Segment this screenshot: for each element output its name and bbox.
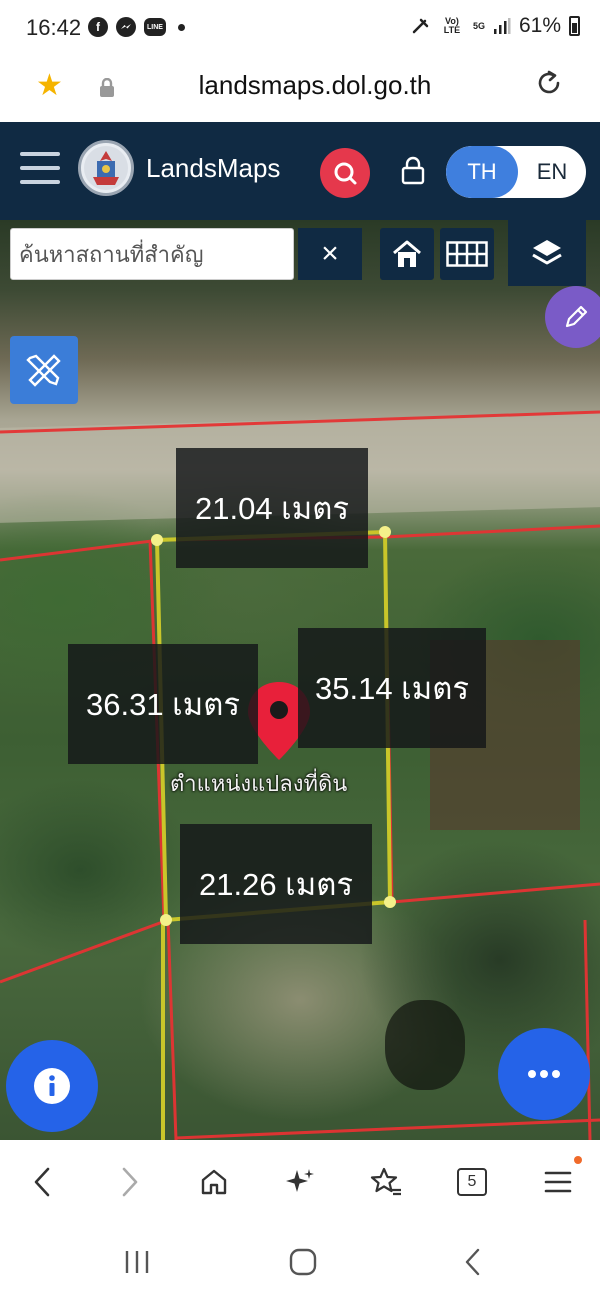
browser-url-bar: ★ landsmaps.dol.go.th — [0, 56, 600, 122]
network-5g-indicator: 5G — [472, 20, 485, 31]
info-icon — [34, 1068, 70, 1104]
home-square-icon — [289, 1248, 317, 1276]
status-time: 16:42 — [26, 15, 82, 40]
search-icon — [334, 162, 357, 185]
system-navigation-bar — [0, 1224, 600, 1300]
menu-icon[interactable] — [20, 152, 60, 184]
boundary-line — [0, 410, 600, 434]
home-icon — [393, 240, 421, 267]
lang-en-button[interactable]: EN — [518, 146, 586, 198]
parcel-vertex — [160, 914, 172, 926]
home-page-button[interactable] — [194, 1162, 234, 1202]
status-right: Vo) LTE 5G 61% — [411, 14, 580, 38]
boundary-line — [175, 1118, 600, 1140]
measurement-bottom: 21.26 เมตร — [180, 824, 372, 944]
app-header: LandsMaps TH EN — [0, 122, 600, 220]
battery-icon — [569, 16, 580, 36]
menu-lines-icon — [544, 1171, 572, 1193]
bookmarks-button[interactable] — [366, 1162, 406, 1202]
star-list-icon — [370, 1167, 401, 1196]
boundary-line — [166, 919, 178, 1140]
search-button[interactable] — [320, 148, 370, 198]
parcel-vertex — [384, 896, 396, 908]
parcel-vertex — [151, 534, 163, 546]
more-icon — [528, 1070, 560, 1078]
lang-th-button[interactable]: TH — [446, 146, 518, 198]
volte-indicator: Vo) LTE — [443, 16, 461, 35]
line-icon: LINE — [144, 18, 166, 36]
recent-apps-icon — [125, 1251, 149, 1273]
landmark-search-input[interactable]: ค้นหาสถานที่สำคัญ — [10, 228, 294, 280]
measurement-right: 35.14 เมตร — [298, 628, 486, 748]
reload-icon[interactable] — [534, 68, 564, 98]
more-options-button[interactable] — [498, 1028, 590, 1120]
wifi-calling-icon — [412, 18, 429, 34]
battery-percent: 61% — [518, 14, 561, 37]
grid-button[interactable] — [440, 228, 494, 280]
forward-button[interactable] — [110, 1162, 150, 1202]
home-button[interactable] — [380, 228, 434, 280]
boundary-line — [391, 882, 600, 904]
more-notifications-dot — [178, 23, 185, 31]
boundary-line — [0, 918, 169, 984]
status-bar: 16:42 f LINE Vo) LTE 5G 61% — [0, 0, 600, 56]
signal-icon — [493, 18, 511, 34]
measurement-left: 36.31 เมตร — [68, 644, 258, 764]
facebook-icon: f — [88, 17, 108, 37]
brand-name: LandsMaps — [146, 153, 281, 183]
system-home-button[interactable] — [286, 1244, 320, 1280]
info-button[interactable] — [6, 1040, 98, 1132]
back-button[interactable] — [22, 1162, 62, 1202]
measurement-top: 21.04 เมตร — [176, 448, 368, 568]
language-toggle: TH EN — [446, 146, 586, 198]
messenger-icon — [116, 17, 136, 37]
browser-menu-button[interactable] — [538, 1156, 582, 1202]
parcel-location-label: ตำแหน่งแปลงที่ดิน — [170, 771, 348, 796]
layers-icon — [532, 240, 562, 265]
sparkle-icon — [286, 1169, 314, 1192]
back-arrow-icon — [34, 1167, 50, 1197]
url-text[interactable]: landsmaps.dol.go.th — [0, 70, 600, 101]
ai-assistant-button[interactable] — [280, 1162, 320, 1202]
clear-search-button[interactable]: × — [298, 228, 362, 280]
grid-icon — [446, 241, 488, 267]
boundary-line — [583, 919, 592, 1140]
status-app-icons: f LINE — [88, 17, 185, 37]
tabs-button[interactable]: 5 — [452, 1162, 492, 1202]
layers-button[interactable] — [508, 220, 586, 286]
browser-toolbar: 5 — [0, 1140, 600, 1224]
forward-arrow-icon — [122, 1167, 138, 1197]
dol-logo — [78, 140, 134, 196]
pencil-icon — [565, 305, 588, 328]
login-lock-icon[interactable] — [400, 156, 426, 186]
satellite-map[interactable]: ค้นหาสถานที่สำคัญ × 21.04 เมตร 36.31 เมต… — [0, 220, 600, 1140]
recent-apps-button[interactable] — [120, 1244, 154, 1280]
home-outline-icon — [201, 1169, 227, 1195]
system-back-button[interactable] — [456, 1244, 490, 1280]
tabs-icon: 5 — [457, 1168, 487, 1196]
parcel-vertex — [379, 526, 391, 538]
notification-dot — [574, 1156, 582, 1164]
system-back-icon — [465, 1248, 480, 1276]
tab-count: 5 — [467, 1173, 477, 1190]
draw-button[interactable] — [545, 286, 600, 348]
measure-tool-button[interactable] — [10, 336, 78, 404]
ruler-pencil-icon — [26, 354, 61, 387]
